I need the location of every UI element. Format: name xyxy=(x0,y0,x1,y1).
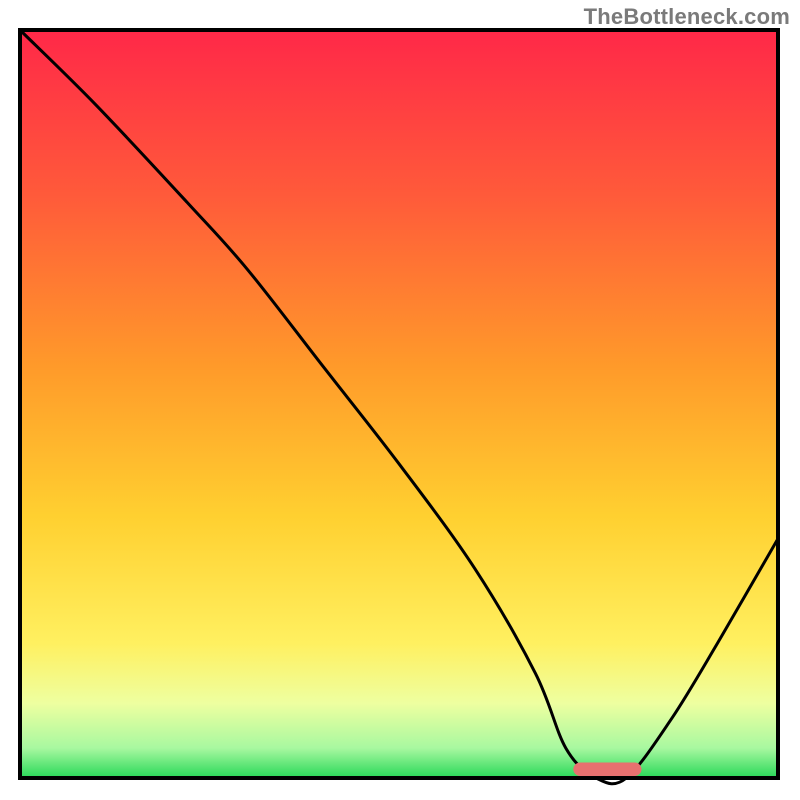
chart-container: TheBottleneck.com xyxy=(0,0,800,800)
bottleneck-chart xyxy=(0,0,800,800)
plot-area xyxy=(20,30,778,784)
watermark-label: TheBottleneck.com xyxy=(584,4,790,30)
plot-background xyxy=(20,30,778,778)
optimal-marker xyxy=(573,763,641,777)
